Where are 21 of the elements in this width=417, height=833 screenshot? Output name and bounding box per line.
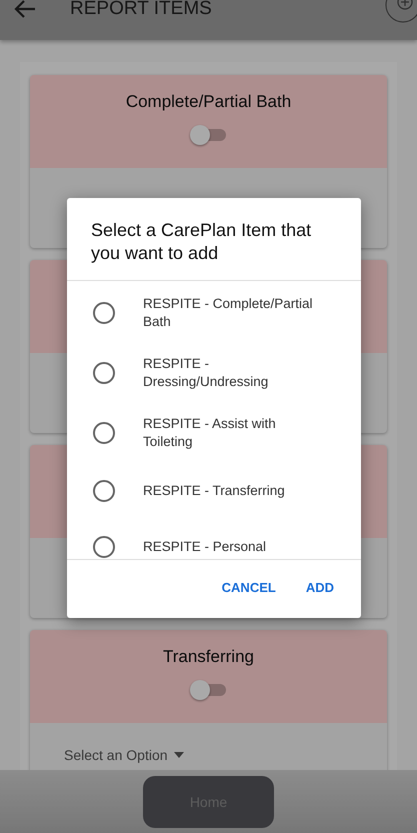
item-label[interactable]: RESPITE - Personal [143,538,326,556]
back-arrow-icon[interactable] [14,0,36,18]
card-title: Complete/Partial Bath [126,92,292,112]
radio-button[interactable] [93,480,115,502]
caret-icon [174,752,184,758]
dialog-title: Select a CarePlan Item that you want to add [67,198,361,281]
toggle-switch[interactable] [190,125,228,145]
add-button[interactable]: ADD [306,580,334,595]
radio-button[interactable] [93,536,115,558]
radio-button[interactable] [93,362,115,384]
item-label[interactable]: RESPITE - Transferring [143,482,326,500]
item-label[interactable]: RESPITE - Assist with Toileting [143,415,326,451]
item-label[interactable]: RESPITE - Dressing/Undressing [143,355,326,391]
toggle-switch[interactable] [190,680,228,700]
radio-button[interactable] [93,422,115,444]
option-dropdown[interactable]: Select an Option [64,747,168,763]
radio-button[interactable] [93,302,115,324]
page-title: REPORT ITEMS [70,0,212,20]
card-title: Transferring [162,647,254,667]
cancel-button[interactable]: CANCEL [222,580,276,595]
item-label[interactable]: RESPITE - Complete/Partial Bath [143,295,326,331]
